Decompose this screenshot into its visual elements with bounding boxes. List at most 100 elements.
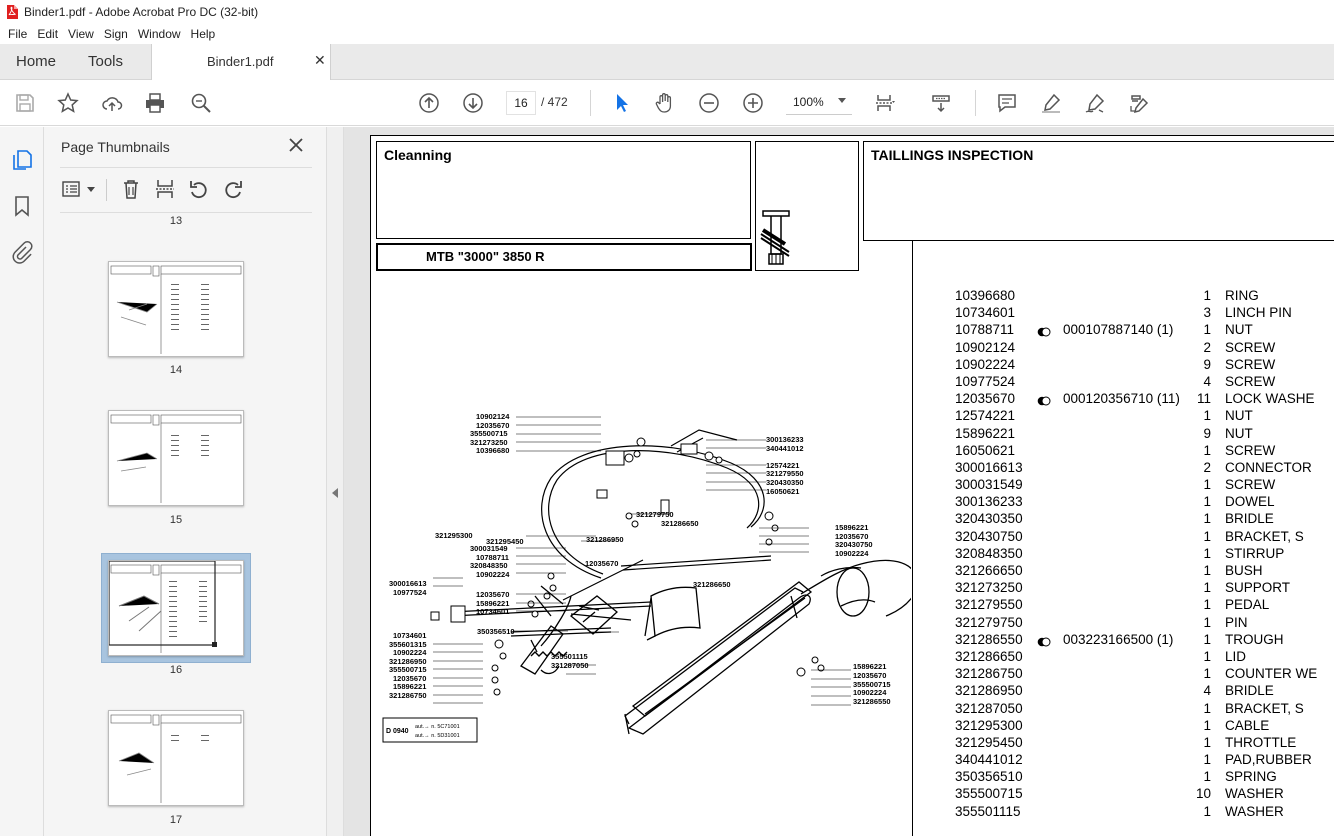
- part-number: 321286950: [955, 683, 1023, 699]
- parts-row: 321295300 1 CABLE: [955, 718, 1334, 735]
- part-qty: 2: [1203, 339, 1211, 355]
- select-cursor-icon[interactable]: [608, 90, 634, 116]
- model-name: MTB "3000" 3850 R: [426, 249, 545, 264]
- toolbar-divider: [975, 90, 976, 116]
- part-qty: 1: [1203, 666, 1211, 682]
- page-thumbnails-icon[interactable]: [10, 148, 34, 172]
- thumbnail-page[interactable]: [108, 410, 244, 506]
- part-desc: PIN: [1225, 614, 1248, 630]
- chevron-down-icon[interactable]: [87, 187, 95, 192]
- thumbnail-preview: [110, 714, 242, 803]
- part-desc: SCREW: [1225, 442, 1276, 458]
- part-qty: 4: [1203, 683, 1211, 699]
- exploded-parts-diagram: 10902124 12035670 355500715 321273250 10…: [382, 412, 911, 743]
- edit-icon[interactable]: [1126, 90, 1152, 116]
- save-icon[interactable]: [12, 90, 38, 116]
- page-number-input[interactable]: 16: [506, 91, 536, 115]
- comment-icon[interactable]: [994, 90, 1020, 116]
- part-desc: WASHER: [1225, 803, 1284, 819]
- page-fit-icon[interactable]: [872, 90, 898, 116]
- parts-row: 321295450 1 THROTTLE: [955, 735, 1334, 752]
- part-qty: 1: [1203, 288, 1211, 303]
- menu-view[interactable]: View: [63, 27, 99, 41]
- callout-label: 321286950: [586, 535, 624, 544]
- upload-icon[interactable]: [99, 90, 125, 116]
- callout-label: 12035670: [853, 671, 886, 680]
- menu-window[interactable]: Window: [133, 27, 186, 41]
- part-number: 355500715: [955, 786, 1023, 802]
- diagram-note: aut.→ n. 5C71001: [415, 724, 460, 730]
- part-number: 321286550: [955, 631, 1023, 647]
- part-desc: SCREW: [1225, 356, 1276, 372]
- part-desc: PAD,RUBBER: [1225, 752, 1312, 768]
- parts-row: 12574221 1 NUT: [955, 408, 1334, 425]
- thumbnail-page[interactable]: [108, 710, 244, 806]
- page-count: / 472: [541, 95, 568, 109]
- part-desc: CABLE: [1225, 717, 1270, 733]
- thumbnail-page-current[interactable]: [108, 560, 244, 656]
- callout-label: 10977524: [393, 588, 427, 597]
- zoom-level-select[interactable]: 100%: [786, 91, 852, 115]
- part-qty: 1: [1203, 752, 1211, 768]
- parts-row: 321287050 1 BRACKET, S: [955, 701, 1334, 718]
- part-number: 320430750: [955, 528, 1023, 544]
- zoom-out-icon[interactable]: [696, 90, 722, 116]
- panel-splitter[interactable]: [326, 127, 344, 836]
- print-icon[interactable]: [142, 90, 168, 116]
- sign-icon[interactable]: [1082, 90, 1108, 116]
- chevron-down-icon[interactable]: [838, 98, 846, 103]
- zoom-in-icon[interactable]: [740, 90, 766, 116]
- part-desc: NUT: [1225, 408, 1253, 424]
- part-qty: 10: [1195, 786, 1211, 802]
- part-qty: 1: [1203, 769, 1211, 785]
- part-desc: DOWEL: [1225, 494, 1275, 510]
- menu-sign[interactable]: Sign: [99, 27, 133, 41]
- scroll-mode-icon[interactable]: [928, 90, 954, 116]
- bookmark-star-icon[interactable]: [55, 90, 81, 116]
- callout-label: 15896221: [835, 523, 868, 532]
- menu-help[interactable]: Help: [186, 27, 221, 41]
- callout-label: 15896221: [853, 662, 886, 671]
- hand-icon[interactable]: [652, 90, 678, 116]
- part-desc: CONNECTOR: [1225, 459, 1312, 475]
- document-view[interactable]: Cleanning TAILLINGS INSPECTION MTB "3000…: [344, 127, 1334, 836]
- part-desc: THROTTLE: [1225, 734, 1297, 750]
- part-desc: SCREW: [1225, 477, 1276, 493]
- tab-home[interactable]: Home: [16, 44, 56, 80]
- part-qty: 1: [1203, 580, 1211, 596]
- part-qty: 1: [1203, 511, 1211, 527]
- parts-list: 10396680 1 RING 10734601 3 LINCH PIN 1078871…: [955, 288, 1334, 821]
- part-number: 321279550: [955, 597, 1023, 613]
- part-number: 15896221: [955, 425, 1016, 441]
- zoom-search-icon[interactable]: [188, 90, 214, 116]
- rotate-right-icon[interactable]: [222, 179, 244, 201]
- rotate-left-icon[interactable]: [188, 179, 210, 201]
- page-up-icon[interactable]: [416, 90, 442, 116]
- parts-row: 321273250 1 SUPPORT: [955, 580, 1334, 597]
- parts-row: 320430350 1 BRIDLE: [955, 511, 1334, 528]
- close-icon[interactable]: [288, 137, 304, 153]
- menu-edit[interactable]: Edit: [32, 27, 63, 41]
- tab-tools[interactable]: Tools: [88, 44, 123, 80]
- tab-document[interactable]: Binder1.pdf ✕: [151, 44, 331, 81]
- window-title: Binder1.pdf - Adobe Acrobat Pro DC (32-b…: [24, 5, 259, 19]
- extract-pages-icon[interactable]: [154, 178, 176, 200]
- tab-close-icon[interactable]: ✕: [314, 52, 326, 69]
- collapse-panel-icon[interactable]: [332, 488, 338, 498]
- highlight-icon[interactable]: [1038, 90, 1064, 116]
- thumbnail-options-icon[interactable]: [62, 179, 84, 199]
- part-desc: PEDAL: [1225, 597, 1270, 613]
- part-desc: NUT: [1225, 322, 1253, 338]
- title-bar: Binder1.pdf - Adobe Acrobat Pro DC (32-b…: [0, 0, 1334, 24]
- page-down-icon[interactable]: [460, 90, 486, 116]
- callout-label: 300136233: [766, 435, 804, 444]
- thumbnail-page[interactable]: [108, 261, 244, 357]
- part-desc: LOCK WASHE: [1225, 391, 1315, 407]
- part-desc: SUPPORT: [1225, 580, 1291, 596]
- callout-label: 10396680: [476, 446, 509, 455]
- attachments-icon[interactable]: [10, 240, 34, 264]
- menu-file[interactable]: File: [3, 27, 32, 41]
- inspection-symbol-icon: [760, 210, 790, 265]
- delete-page-icon[interactable]: [120, 178, 142, 200]
- bookmarks-icon[interactable]: [10, 194, 34, 218]
